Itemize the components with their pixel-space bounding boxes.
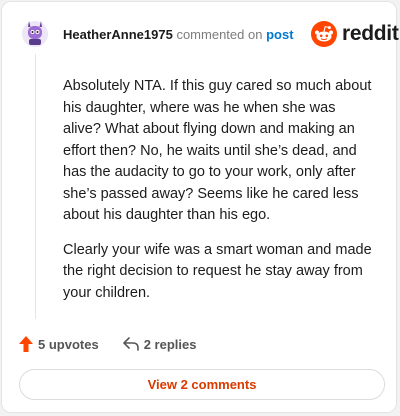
upvote-arrow-icon [19,336,33,352]
user-avatar[interactable] [21,18,49,48]
upvote-button[interactable]: 5 upvotes [19,336,99,352]
commented-on-text: commented on [176,27,263,42]
comment-paragraph: Absolutely NTA. If this guy cared so muc… [63,78,372,223]
reddit-wordmark: reddit [342,22,399,45]
replies-count: 2 replies [143,336,197,352]
reply-icon [122,337,139,351]
upvote-count: 5 upvotes [38,336,99,352]
comment-body: Absolutely NTA. If this guy cared so muc… [63,76,377,317]
reddit-logo[interactable]: reddit [311,21,399,47]
reddit-snoo-icon [311,21,337,47]
avatar-icon [22,21,48,47]
replies-button[interactable]: 2 replies [122,336,197,352]
thread-line [35,54,36,319]
comment-actions: 5 upvotes 2 replies [19,336,196,352]
username-link[interactable]: HeatherAnne1975 [63,27,173,42]
comment-card: HeatherAnne1975 commented on post reddit… [1,1,399,413]
view-comments-button[interactable]: View 2 comments [19,369,385,400]
comment-paragraph: Clearly your wife was a smart woman and … [63,241,372,301]
post-link[interactable]: post [266,27,293,42]
comment-header: HeatherAnne1975 commented on post [63,27,294,42]
